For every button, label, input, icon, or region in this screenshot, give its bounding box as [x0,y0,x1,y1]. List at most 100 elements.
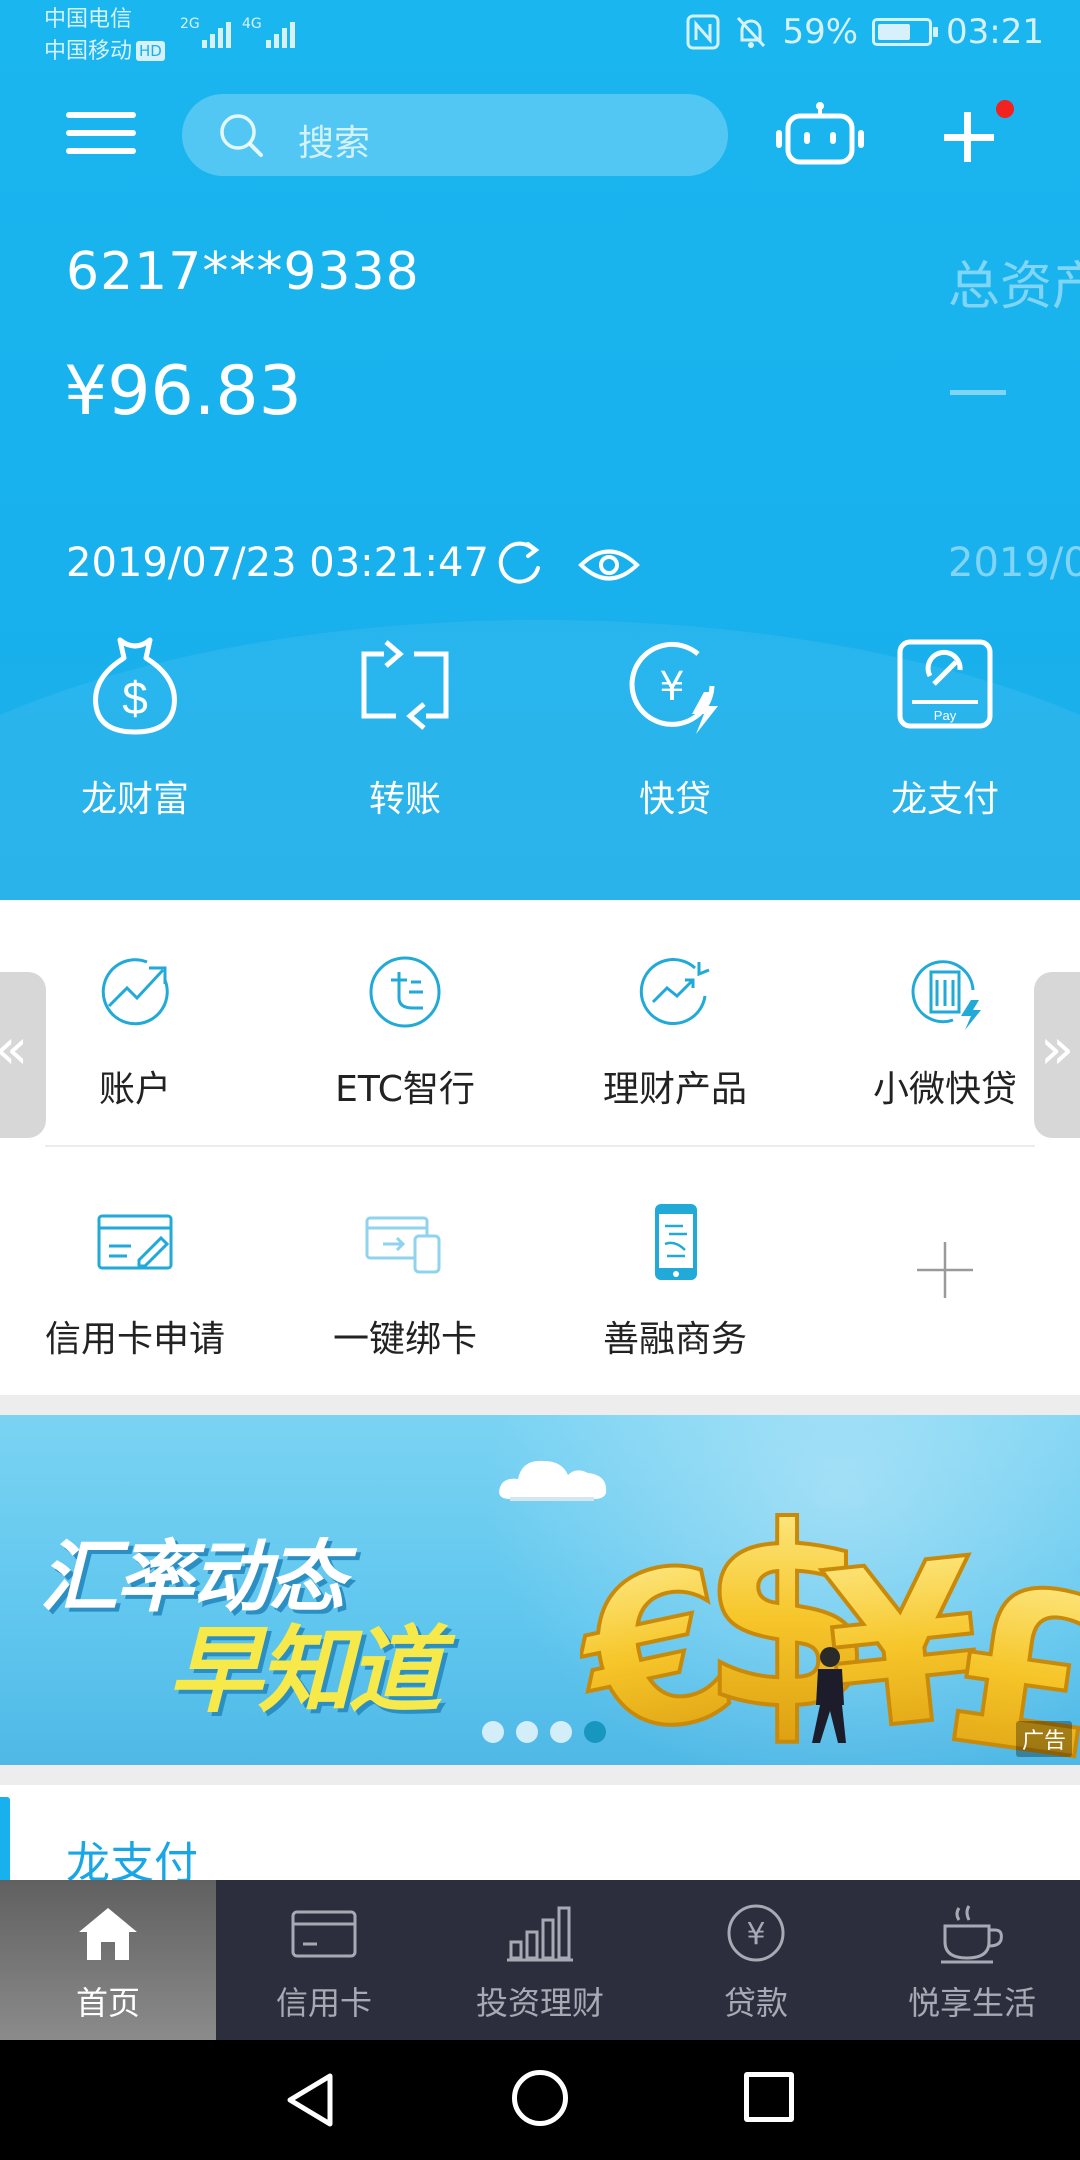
ad-label: 广告 [1015,1721,1072,1757]
dragon-pay-section: 龙支付 [0,1785,1080,1889]
next-card-title[interactable]: 总资产 [948,244,1080,319]
tab-label: 贷款 [723,1984,788,2022]
etc-icon [369,956,441,1028]
search-bar[interactable]: 搜索 [182,94,728,176]
service-account[interactable]: 账户 [0,950,270,1112]
tab-loan[interactable]: ¥ 贷款 [648,1880,864,2040]
carrier-info: 中国电信 中国移动 HD [44,4,165,68]
service-credit-card-apply[interactable]: 信用卡申请 [0,1200,270,1362]
coffee-cup-icon [941,1905,1003,1964]
quick-actions: $ 龙财富 转账 ¥ 快贷 Pay 龙支付 [0,630,1080,822]
carousel-indicator [482,1721,606,1743]
phone-shop-icon [655,1204,697,1280]
currency-symbols-illustration: € $ ¥ £ [580,1475,1080,1765]
service-label: 账户 [98,1069,171,1110]
grid-divider [45,1145,1035,1147]
system-navigation-bar [0,2040,1080,2160]
service-small-business-loan[interactable]: 小微快贷 [810,950,1080,1112]
battery-icon [872,18,939,46]
service-add-more[interactable] [810,1200,1080,1362]
status-indicators: 59% 03:21 [686,12,1044,52]
home-icon [79,1908,137,1960]
service-grid: « » 账户 ETC智行 [0,900,1080,1395]
service-shanrong-commerce[interactable]: 善融商务 [540,1200,810,1362]
service-label: 一键绑卡 [332,1319,477,1360]
balance-timestamp: 2019/07/23 03:21:47 [66,540,489,586]
notification-dot [996,100,1014,118]
signal-4g-icon [266,18,295,48]
mute-bell-icon [737,16,766,48]
clock: 03:21 [946,12,1044,52]
robot-assistant-icon[interactable] [770,100,870,170]
quick-action-transfer[interactable]: 转账 [270,630,540,822]
bind-card-icon [365,1216,441,1274]
service-label: 信用卡申请 [44,1319,225,1360]
service-row-1: 账户 ETC智行 理财产品 小微快贷 [0,950,1080,1112]
back-icon[interactable] [282,2070,338,2130]
card-number[interactable]: 6217***9338 [66,242,420,302]
search-input[interactable]: 搜索 [298,114,370,166]
recent-apps-icon[interactable] [744,2072,794,2122]
signal-2g-icon [202,18,231,48]
section-accent-bar [0,1797,10,1885]
battery-percent: 59% [782,12,859,52]
building-loan-icon [911,960,981,1030]
transfer-icon [361,640,449,730]
account-header: 中国电信 中国移动 HD 2G 4G 59% 03:21 搜索 6217***9… [0,0,1080,900]
svg-text:$: $ [122,672,148,724]
menu-button[interactable] [66,112,136,160]
tab-label: 投资理财 [475,1984,604,2022]
promo-banner[interactable]: 汇率动态 早知道 € $ ¥ £ 广告 [0,1415,1080,1765]
svg-text:¥: ¥ [659,664,684,710]
quick-action-label: 转账 [368,779,441,820]
carousel-dot-active[interactable] [584,1721,606,1743]
wealth-product-icon [639,958,710,1026]
card-apply-icon [97,1214,173,1270]
add-button[interactable] [940,108,1000,168]
quick-action-label: 龙支付 [890,779,999,820]
service-row-2: 信用卡申请 一键绑卡 善融商务 [0,1200,1080,1362]
service-label: 小微快贷 [872,1069,1017,1110]
tab-label: 悦享生活 [907,1984,1036,2022]
banner-headline-2: 早知道 [168,1617,442,1726]
add-icon [917,1242,973,1298]
bar-chart-icon [507,1906,573,1962]
carrier-telecom: 中国电信 [44,7,133,32]
service-bind-card[interactable]: 一键绑卡 [270,1200,540,1362]
tab-label: 首页 [75,1984,140,2022]
quick-action-label: 快贷 [638,779,711,820]
quick-action-dragon-pay[interactable]: Pay 龙支付 [810,630,1080,822]
service-wealth-products[interactable]: 理财产品 [540,950,810,1112]
quick-action-quick-loan[interactable]: ¥ 快贷 [540,630,810,822]
carrier-mobile: 中国移动 [44,39,133,64]
tab-home[interactable]: 首页 [0,1880,216,2040]
top-toolbar: 搜索 [0,90,1080,180]
tab-lifestyle[interactable]: 悦享生活 [864,1880,1080,2040]
credit-card-icon [291,1910,357,1958]
money-bag-icon: $ [93,637,177,735]
service-etc[interactable]: ETC智行 [270,950,540,1112]
nfc-icon [686,14,720,50]
next-card-date: 2019/07/23 [948,540,1080,586]
network-4g-label: 4G [242,16,262,32]
next-card-value-hidden [950,390,1006,395]
carousel-dot[interactable] [516,1721,538,1743]
app-screen: 中国电信 中国移动 HD 2G 4G 59% 03:21 搜索 6217***9… [0,0,1080,2160]
dragon-pay-icon: Pay [897,639,993,729]
quick-loan-icon: ¥ [629,641,718,734]
refresh-icon[interactable] [494,538,546,590]
quick-action-dragon-wealth[interactable]: $ 龙财富 [0,630,270,822]
tab-investment[interactable]: 投资理财 [432,1880,648,2040]
tab-credit-card[interactable]: 信用卡 [216,1880,432,2040]
account-trend-icon [101,958,169,1026]
carousel-dot[interactable] [482,1721,504,1743]
eye-icon[interactable] [578,542,640,588]
service-label: 善融商务 [602,1319,747,1360]
service-label: ETC智行 [335,1069,475,1110]
home-circle-icon[interactable] [512,2070,568,2126]
network-2g-label: 2G [180,16,200,32]
carousel-dot[interactable] [550,1721,572,1743]
account-balance: ¥96.83 [64,352,302,431]
yen-circle-icon: ¥ [727,1904,785,1962]
quick-action-label: 龙财富 [80,779,189,820]
